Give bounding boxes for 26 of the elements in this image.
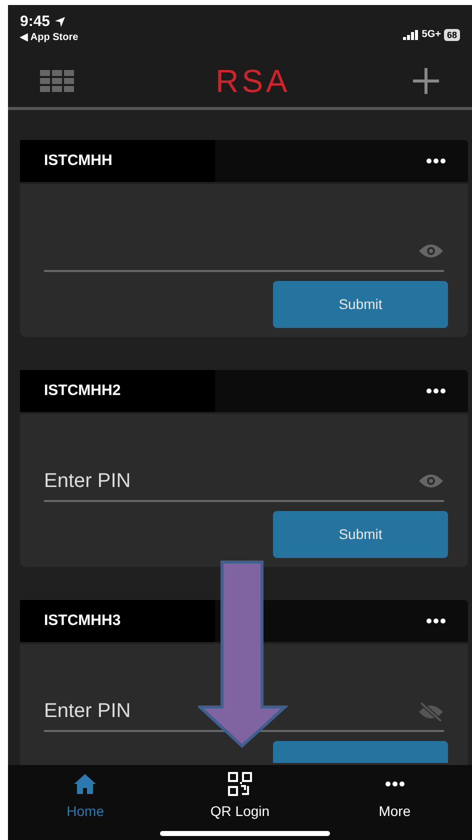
eye-icon[interactable] — [418, 472, 444, 490]
network-label: 5G+ — [422, 28, 441, 42]
grid-icon[interactable] — [40, 70, 74, 92]
tab[interactable]: Home — [8, 771, 163, 822]
tab[interactable]: More — [317, 771, 472, 822]
location-arrow-icon — [54, 16, 66, 28]
back-to-app-link[interactable]: ◀ App Store — [20, 31, 78, 45]
submit-button[interactable]: Submit — [273, 511, 448, 558]
more-options-icon[interactable] — [426, 158, 446, 164]
tab[interactable]: QR Login — [162, 771, 318, 822]
token-name: ISTCMHH — [44, 150, 112, 171]
eye-slash-icon[interactable] — [418, 702, 444, 722]
eye-icon[interactable] — [418, 242, 444, 260]
home-icon — [74, 774, 96, 794]
qr-code-icon — [228, 772, 252, 796]
battery-level: 68 — [444, 28, 460, 40]
clock-time: 9:45 — [20, 13, 50, 31]
more-options-icon[interactable] — [426, 388, 446, 394]
app-logo: RSA — [216, 62, 290, 101]
token-name: ISTCMHH3 — [44, 610, 121, 631]
submit-button[interactable]: Submit — [273, 281, 448, 328]
more-icon — [384, 781, 405, 787]
plus-icon[interactable] — [412, 67, 440, 95]
signal-icon — [402, 30, 419, 40]
token-name: ISTCMHH2 — [44, 380, 121, 401]
more-options-icon[interactable] — [426, 618, 446, 624]
